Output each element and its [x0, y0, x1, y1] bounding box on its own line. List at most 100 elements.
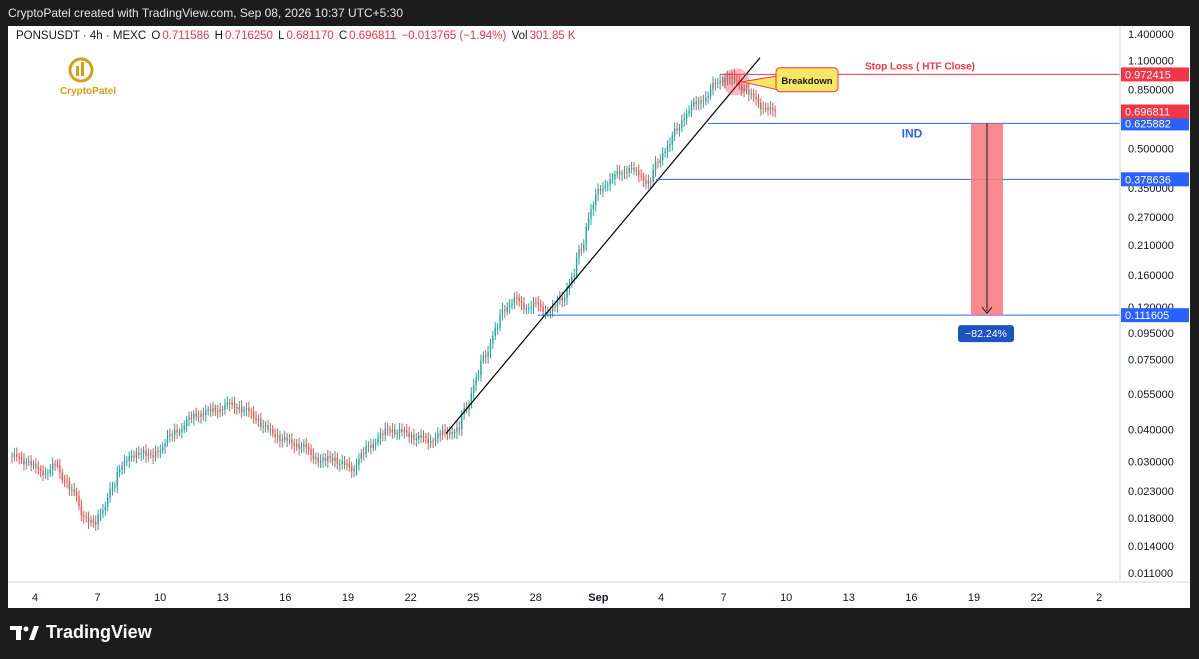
candle-body [439, 433, 441, 435]
candle-body [657, 162, 659, 164]
candle-body [606, 184, 609, 186]
candle-body [540, 304, 542, 307]
candle-body [477, 375, 480, 377]
candle-body [659, 160, 662, 163]
candle-body [322, 458, 324, 461]
candle-body [238, 406, 240, 410]
candle-body [37, 466, 40, 469]
symbol-name[interactable]: PONSUSDT · 4h · MEXC [16, 30, 146, 42]
level-price-label: 0.972415 [1125, 69, 1171, 81]
candle-body [25, 461, 28, 464]
candle-body [312, 454, 315, 460]
candle-body [401, 429, 403, 433]
candle-body [585, 227, 587, 245]
time-tick-label: 19 [342, 592, 354, 604]
candle-body [525, 308, 528, 310]
candle-body [520, 300, 523, 304]
candle-body [535, 301, 537, 303]
candle-body [406, 430, 408, 433]
candle-body [501, 309, 504, 315]
tradingview-brand[interactable]: TradingView [10, 622, 152, 643]
candle-body [150, 453, 152, 455]
chart-frame: Stop Loss ( HTF Close) IND −82.24% Breakdow… [8, 26, 1190, 608]
candle-body [681, 120, 683, 129]
candle-body [475, 376, 477, 386]
candle-body [183, 426, 185, 430]
candle-body [63, 480, 66, 482]
candle-body [377, 438, 379, 443]
candle-body [331, 457, 334, 461]
candle-body [334, 457, 336, 461]
chart-attribution: CryptoPatel created with TradingView.com… [0, 0, 1199, 26]
candle-body [432, 440, 434, 442]
candle-body [257, 418, 260, 421]
candle-body [374, 442, 377, 445]
candle-body [23, 459, 25, 464]
candle-body [248, 408, 250, 412]
level-label: IND [902, 126, 923, 140]
candle-body [262, 426, 264, 428]
candle-body [245, 408, 248, 410]
candle-body [774, 109, 776, 112]
candle-body [690, 106, 693, 111]
candle-body [618, 171, 621, 175]
candle-body [717, 83, 719, 85]
candle-body [508, 305, 511, 308]
candle-body [20, 457, 23, 460]
candle-body [489, 342, 492, 353]
price-tick-label: 0.040000 [1128, 424, 1174, 436]
price-tick-label: 0.850000 [1128, 84, 1174, 96]
candle-body [176, 429, 178, 433]
candle-body [422, 436, 425, 438]
candle-body [49, 469, 51, 473]
candle-body [628, 167, 630, 173]
candle-body [762, 107, 764, 109]
candle-body [226, 402, 229, 405]
candles-group [11, 69, 776, 532]
candle-body [42, 470, 44, 476]
candle-body [664, 151, 666, 154]
candle-body [47, 472, 49, 474]
price-chart[interactable]: Stop Loss ( HTF Close) IND −82.24% Breakdow… [8, 26, 1190, 608]
candle-body [346, 463, 348, 466]
candle-body [666, 146, 669, 152]
candle-body [592, 205, 595, 210]
candle-body [260, 418, 262, 427]
candle-body [712, 82, 714, 90]
low-label: L [278, 30, 285, 42]
open-label: O [151, 30, 161, 42]
candle-body [348, 463, 351, 468]
price-tick-label: 0.500000 [1128, 143, 1174, 155]
candle-body [324, 458, 327, 462]
price-tick-label: 0.075000 [1128, 354, 1174, 366]
candle-body [327, 456, 329, 462]
candle-body [133, 456, 135, 458]
logo-text: CryptoPatel [59, 86, 117, 97]
candle-body [200, 413, 202, 417]
time-tick-label: 16 [279, 592, 291, 604]
candle-body [370, 445, 372, 448]
candle-body [386, 428, 389, 430]
candle-body [449, 432, 451, 435]
candle-body [152, 454, 154, 458]
candle-body [300, 446, 303, 449]
candle-body [528, 308, 530, 310]
candle-body [767, 107, 769, 111]
candle-body [413, 434, 415, 440]
price-tick-label: 0.014000 [1128, 541, 1174, 553]
candle-body [255, 417, 257, 421]
high-label: H [214, 30, 223, 42]
candle-body [429, 440, 432, 443]
candle-body [511, 303, 513, 306]
candle-body [748, 89, 750, 95]
candle-body [685, 113, 688, 119]
candle-body [693, 101, 695, 107]
candle-body [341, 461, 343, 464]
candle-body [286, 437, 288, 441]
candle-body [683, 118, 685, 121]
candle-body [561, 297, 563, 301]
candle-body [28, 461, 30, 463]
price-tick-label: 1.400000 [1128, 29, 1174, 41]
candle-body [281, 439, 284, 442]
candle-body [630, 167, 633, 169]
